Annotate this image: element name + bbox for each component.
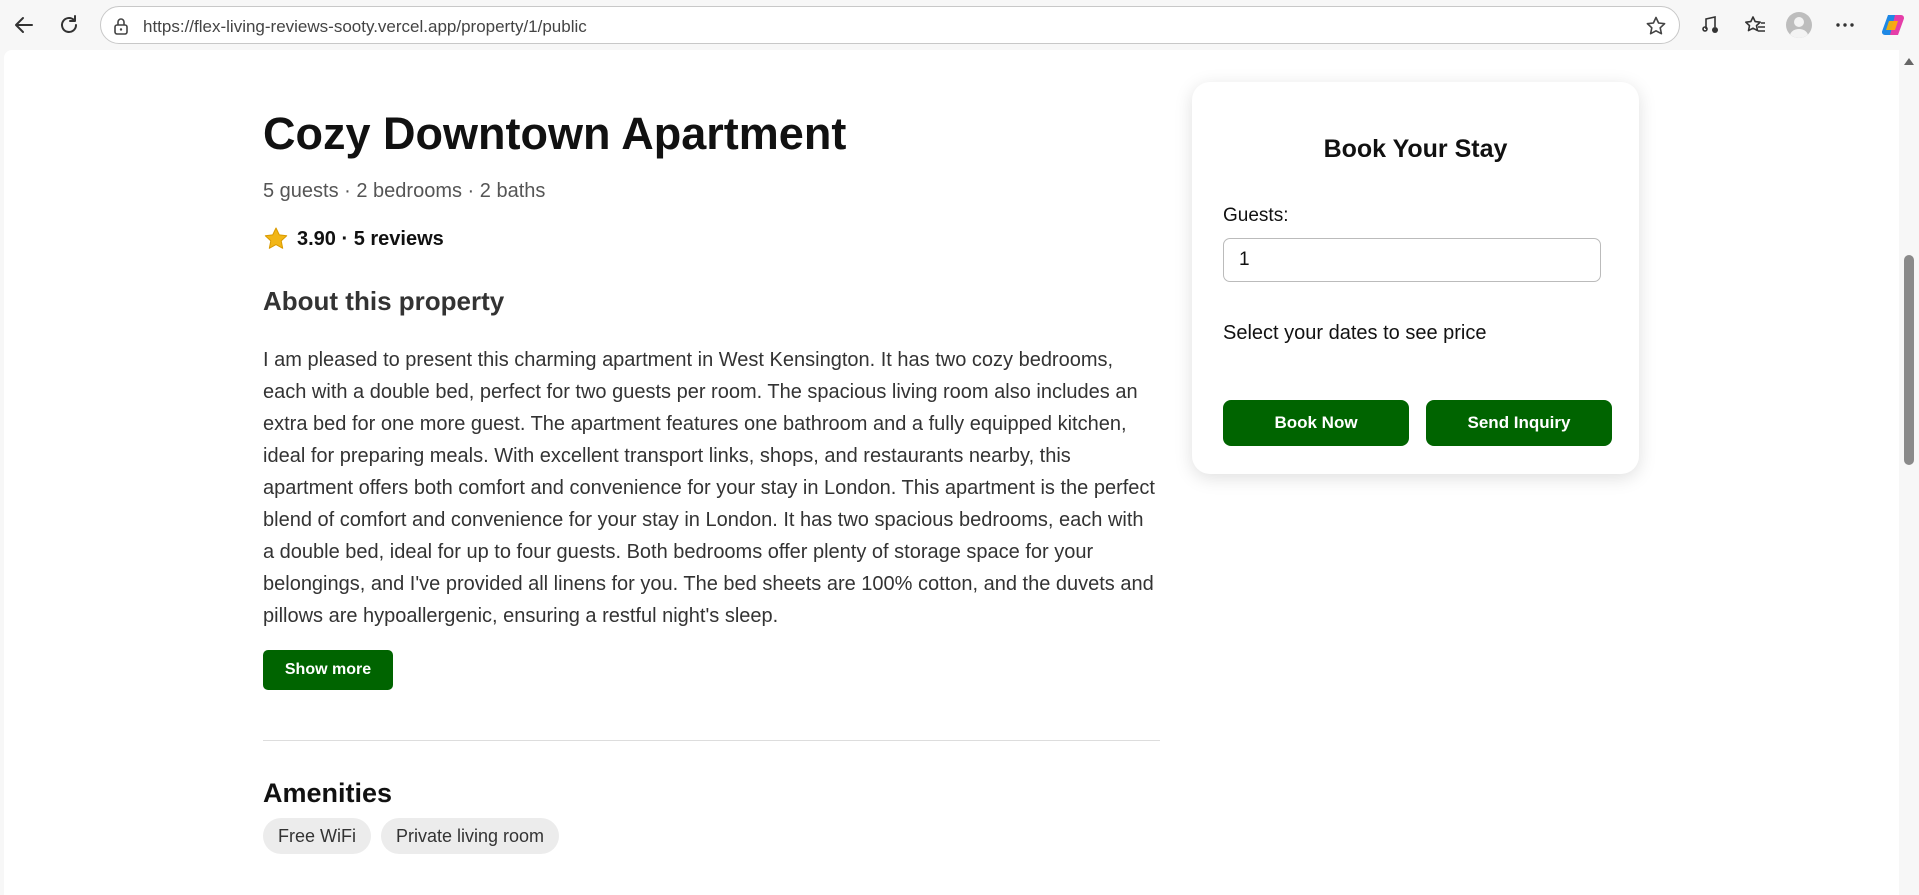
about-heading: About this property <box>263 286 505 316</box>
section-divider <box>263 740 1160 741</box>
back-icon <box>15 17 33 33</box>
favorites-icon <box>1745 16 1765 32</box>
booking-title: Book Your Stay <box>1323 135 1508 163</box>
page-scrollbar[interactable] <box>1899 50 1919 895</box>
property-description: I am pleased to present this charming ap… <box>263 349 1155 627</box>
scroll-up-arrow-icon[interactable] <box>1904 58 1914 65</box>
address-bar[interactable]: https://flex-living-reviews-sooty.vercel… <box>100 6 1680 44</box>
rating-summary: 3.90 · 5 reviews <box>263 226 444 252</box>
more-icon <box>1836 23 1854 27</box>
show-more-button[interactable]: Show more <box>263 650 393 690</box>
send-inquiry-button[interactable]: Send Inquiry <box>1426 400 1612 446</box>
book-now-button[interactable]: Book Now <box>1223 400 1409 446</box>
property-specs: 5 guests · 2 bedrooms · 2 baths <box>263 180 546 202</box>
price-prompt: Select your dates to see price <box>1223 322 1487 344</box>
profile-icon <box>1786 12 1812 38</box>
back-button[interactable] <box>7 8 41 42</box>
browser-toolbar: https://flex-living-reviews-sooty.vercel… <box>0 0 1919 50</box>
lock-icon[interactable] <box>113 17 129 40</box>
rating-text: 3.90 · 5 reviews <box>297 227 444 250</box>
refresh-icon <box>61 15 77 33</box>
amenities-list: Free WiFi Private living room <box>263 818 560 854</box>
page-viewport: Cozy Downtown Apartment 5 guests · 2 bed… <box>4 50 1899 895</box>
refresh-button[interactable] <box>52 8 86 42</box>
scroll-thumb[interactable] <box>1904 255 1914 465</box>
property-title: Cozy Downtown Apartment <box>263 108 847 159</box>
booking-card: Book Your Stay Guests: Select your dates… <box>1192 82 1639 474</box>
guests-label: Guests: <box>1223 205 1289 226</box>
copilot-button[interactable] <box>1876 8 1910 42</box>
amenity-chip: Private living room <box>381 818 560 854</box>
read-aloud-icon <box>1702 16 1718 33</box>
url-text[interactable]: https://flex-living-reviews-sooty.vercel… <box>143 17 587 37</box>
amenities-heading: Amenities <box>263 778 393 808</box>
more-button[interactable] <box>1828 8 1862 42</box>
favorite-star-icon[interactable] <box>1645 15 1667 42</box>
amenity-chip: Free WiFi <box>263 818 371 854</box>
guests-input[interactable] <box>1223 238 1601 282</box>
favorites-button[interactable] <box>1738 8 1772 42</box>
profile-button[interactable] <box>1782 8 1816 42</box>
rating-star-icon <box>264 227 288 249</box>
read-aloud-button[interactable] <box>1694 8 1728 42</box>
copilot-icon <box>1881 14 1905 36</box>
